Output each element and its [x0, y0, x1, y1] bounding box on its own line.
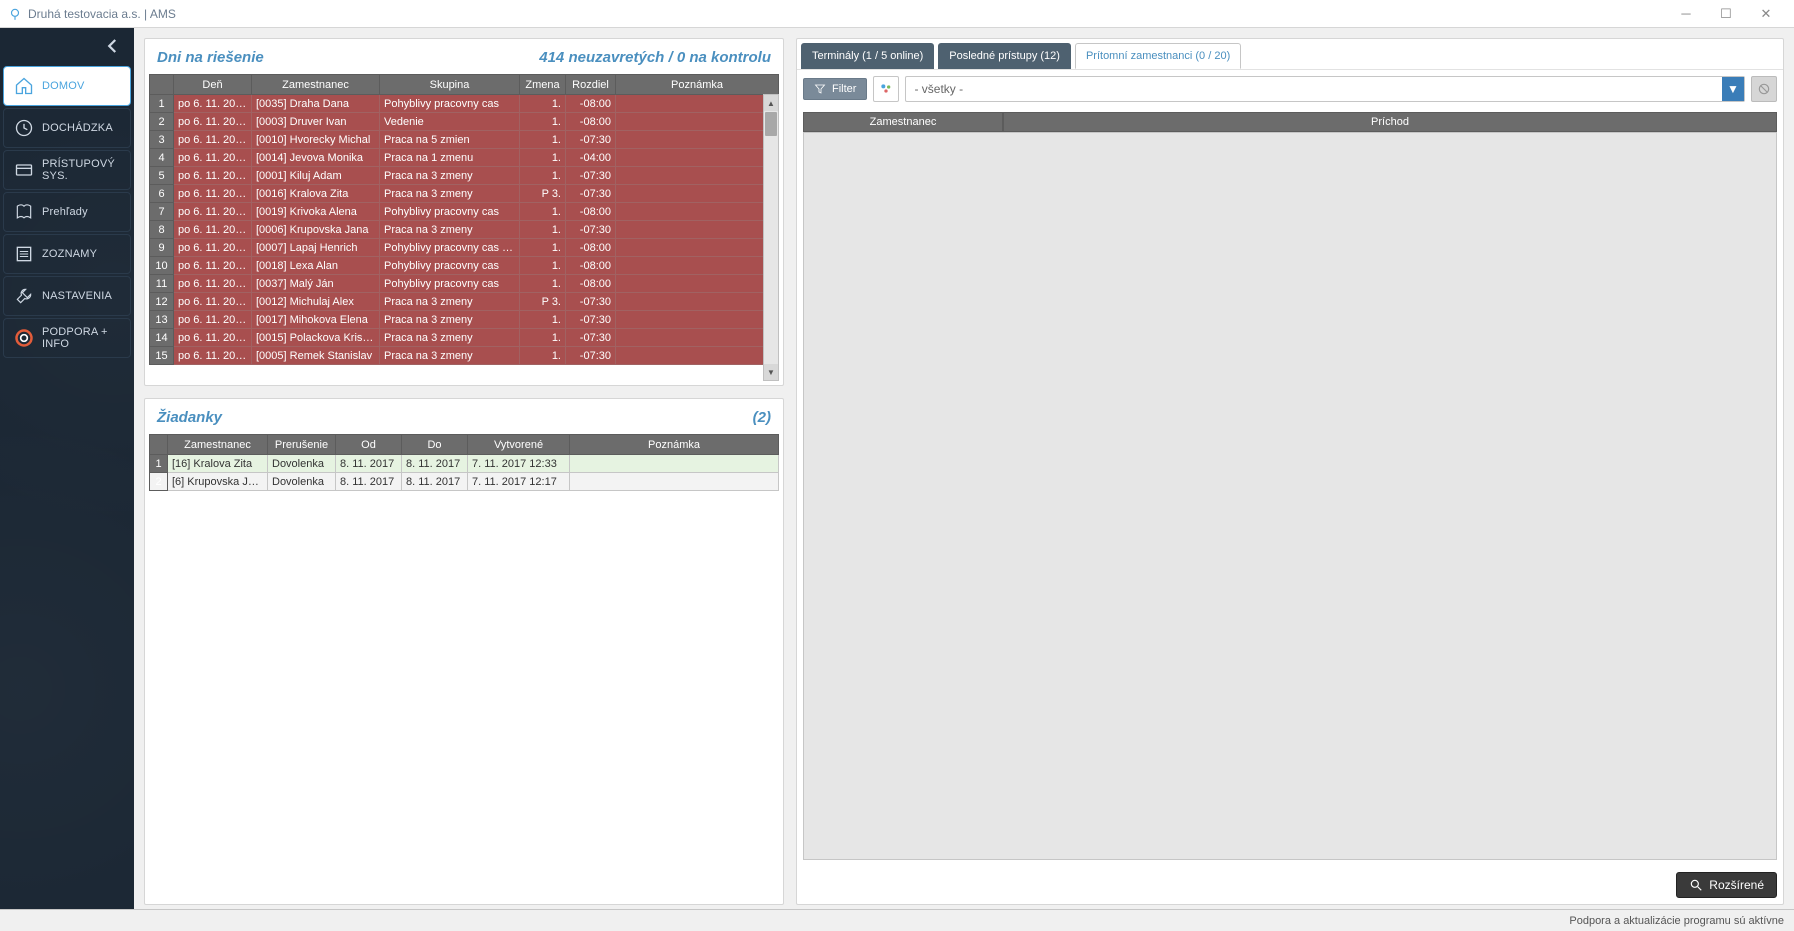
- search-icon: [1689, 878, 1703, 892]
- nav-label: PODPORA + INFO: [42, 326, 120, 350]
- scroll-down-icon[interactable]: ▼: [764, 364, 778, 380]
- requests-panel-title: Žiadanky: [157, 409, 222, 426]
- statusbar: Podpora a aktualizácie programu sú aktív…: [0, 909, 1794, 931]
- tab-posledne-pristupy[interactable]: Posledné prístupy (12): [938, 43, 1071, 69]
- nav-dochadzka[interactable]: DOCHÁDZKA: [3, 108, 131, 148]
- nav-pristup[interactable]: PRÍSTUPOVÝ SYS.: [3, 150, 131, 190]
- nav-label: DOCHÁDZKA: [42, 122, 113, 134]
- sidebar: DOMOV DOCHÁDZKA PRÍSTUPOVÝ SYS. Prehľady…: [0, 28, 134, 909]
- group-filter-button[interactable]: [873, 76, 899, 102]
- col-header[interactable]: [150, 435, 168, 455]
- clock-icon: [14, 118, 34, 138]
- table-row[interactable]: 8po 6. 11. 2017[0006] Krupovska JanaPrac…: [150, 221, 779, 239]
- right-tabs: Terminály (1 / 5 online) Posledné prístu…: [797, 39, 1783, 69]
- chevron-left-icon: [104, 37, 122, 55]
- table-row[interactable]: 7po 6. 11. 2017[0019] Krivoka AlenaPohyb…: [150, 203, 779, 221]
- scroll-up-icon[interactable]: ▲: [764, 95, 778, 111]
- nav-nastavenia[interactable]: NASTAVENIA: [3, 276, 131, 316]
- nav-label: PRÍSTUPOVÝ SYS.: [42, 158, 120, 182]
- book-icon: [14, 202, 34, 222]
- right-grid-body: [803, 132, 1777, 860]
- table-row[interactable]: 9po 6. 11. 2017[0007] Lapaj HenrichPohyb…: [150, 239, 779, 257]
- table-row[interactable]: 2po 6. 11. 2017[0003] Druver IvanVedenie…: [150, 113, 779, 131]
- right-panel: Terminály (1 / 5 online) Posledné prístu…: [796, 38, 1784, 905]
- sidebar-collapse-button[interactable]: [0, 28, 134, 64]
- table-row[interactable]: 10po 6. 11. 2017[0018] Lexa AlanPohybliv…: [150, 257, 779, 275]
- days-panel-subtitle: 414 neuzavretých / 0 na kontrolu: [539, 49, 771, 66]
- nav-label: NASTAVENIA: [42, 290, 112, 302]
- col-zamestnanec: Zamestnanec: [803, 112, 1003, 132]
- col-prichod: Príchod: [1003, 112, 1777, 132]
- table-row[interactable]: 15po 6. 11. 2017[0005] Remek StanislavPr…: [150, 347, 779, 365]
- nav-label: ZOZNAMY: [42, 248, 97, 260]
- nav-label: Prehľady: [42, 206, 88, 218]
- col-header[interactable]: Do: [402, 435, 468, 455]
- close-button[interactable]: ✕: [1746, 0, 1786, 28]
- table-row[interactable]: 11po 6. 11. 2017[0037] Malý JánPohyblivy…: [150, 275, 779, 293]
- nav-domov[interactable]: DOMOV: [3, 66, 131, 106]
- filter-label: Filter: [832, 83, 856, 95]
- col-header[interactable]: Skupina: [380, 75, 520, 95]
- table-row[interactable]: 2[6] Krupovska JanaDovolenka8. 11. 20178…: [150, 473, 779, 491]
- list-icon: [14, 244, 34, 264]
- col-header[interactable]: Vytvorené: [468, 435, 570, 455]
- col-header[interactable]: Od: [336, 435, 402, 455]
- tab-terminaly[interactable]: Terminály (1 / 5 online): [801, 43, 934, 69]
- rozsirene-button[interactable]: Rozšírené: [1676, 872, 1777, 898]
- nav-label: DOMOV: [42, 80, 85, 92]
- refresh-button[interactable]: [1751, 76, 1777, 102]
- lifebuoy-icon: [14, 328, 34, 348]
- col-header[interactable]: Zmena: [520, 75, 566, 95]
- table-row[interactable]: 4po 6. 11. 2017[0014] Jevova MonikaPraca…: [150, 149, 779, 167]
- window-title: Druhá testovacia a.s. | AMS: [28, 7, 176, 21]
- table-row[interactable]: 13po 6. 11. 2017[0017] Mihokova ElenaPra…: [150, 311, 779, 329]
- col-header[interactable]: Zamestnanec: [252, 75, 380, 95]
- nav-prehlady[interactable]: Prehľady: [3, 192, 131, 232]
- table-row[interactable]: 1po 6. 11. 2017[0035] Draha DanaPohybliv…: [150, 95, 779, 113]
- col-header[interactable]: Prerušenie: [268, 435, 336, 455]
- people-icon: [878, 81, 894, 97]
- card-icon: [14, 160, 34, 180]
- right-toolbar: Filter - všetky - ▼: [797, 69, 1783, 108]
- tab-pritomni[interactable]: Prítomní zamestnanci (0 / 20): [1075, 43, 1241, 69]
- maximize-button[interactable]: ☐: [1706, 0, 1746, 28]
- table-row[interactable]: 12po 6. 11. 2017[0012] Michulaj AlexPrac…: [150, 293, 779, 311]
- requests-table[interactable]: ZamestnanecPrerušenieOdDoVytvorenéPoznám…: [149, 434, 779, 491]
- days-scrollbar[interactable]: ▲ ▼: [763, 94, 779, 381]
- nav-zoznamy[interactable]: ZOZNAMY: [3, 234, 131, 274]
- wrench-icon: [14, 286, 34, 306]
- scroll-thumb[interactable]: [765, 112, 777, 136]
- rozsirene-label: Rozšírené: [1709, 878, 1764, 892]
- days-panel: Dni na riešenie 414 neuzavretých / 0 na …: [144, 38, 784, 386]
- days-panel-title: Dni na riešenie: [157, 49, 264, 66]
- col-header[interactable]: [150, 75, 174, 95]
- titlebar: Druhá testovacia a.s. | AMS ─ ☐ ✕: [0, 0, 1794, 28]
- app-logo-icon: [8, 7, 22, 21]
- table-row[interactable]: 5po 6. 11. 2017[0001] Kiluj AdamPraca na…: [150, 167, 779, 185]
- requests-panel: Žiadanky (2) ZamestnanecPrerušenieOdDoVy…: [144, 398, 784, 905]
- table-row[interactable]: 3po 6. 11. 2017[0010] Hvorecky MichalPra…: [150, 131, 779, 149]
- right-grid-header: Zamestnanec Príchod: [803, 112, 1777, 132]
- status-text: Podpora a aktualizácie programu sú aktív…: [1569, 915, 1784, 927]
- table-row[interactable]: 1[16] Kralova ZitaDovolenka8. 11. 20178.…: [150, 455, 779, 473]
- minimize-button[interactable]: ─: [1666, 0, 1706, 28]
- dropdown-icon[interactable]: ▼: [1722, 77, 1744, 101]
- block-icon: [1757, 82, 1771, 96]
- col-header[interactable]: Zamestnanec: [168, 435, 268, 455]
- nav-podpora[interactable]: PODPORA + INFO: [3, 318, 131, 358]
- days-table[interactable]: DeňZamestnanecSkupinaZmenaRozdielPoznámk…: [149, 74, 779, 365]
- requests-panel-count: (2): [753, 409, 771, 426]
- group-select-value: - všetky -: [906, 82, 1722, 96]
- col-header[interactable]: Poznámka: [570, 435, 779, 455]
- table-row[interactable]: 14po 6. 11. 2017[0015] Polackova Kristin…: [150, 329, 779, 347]
- home-icon: [14, 76, 34, 96]
- col-header[interactable]: Poznámka: [616, 75, 779, 95]
- col-header[interactable]: Rozdiel: [566, 75, 616, 95]
- col-header[interactable]: Deň: [174, 75, 252, 95]
- filter-button[interactable]: Filter: [803, 78, 867, 100]
- group-select[interactable]: - všetky - ▼: [905, 76, 1745, 102]
- table-row[interactable]: 6po 6. 11. 2017[0016] Kralova ZitaPraca …: [150, 185, 779, 203]
- funnel-icon: [814, 83, 826, 95]
